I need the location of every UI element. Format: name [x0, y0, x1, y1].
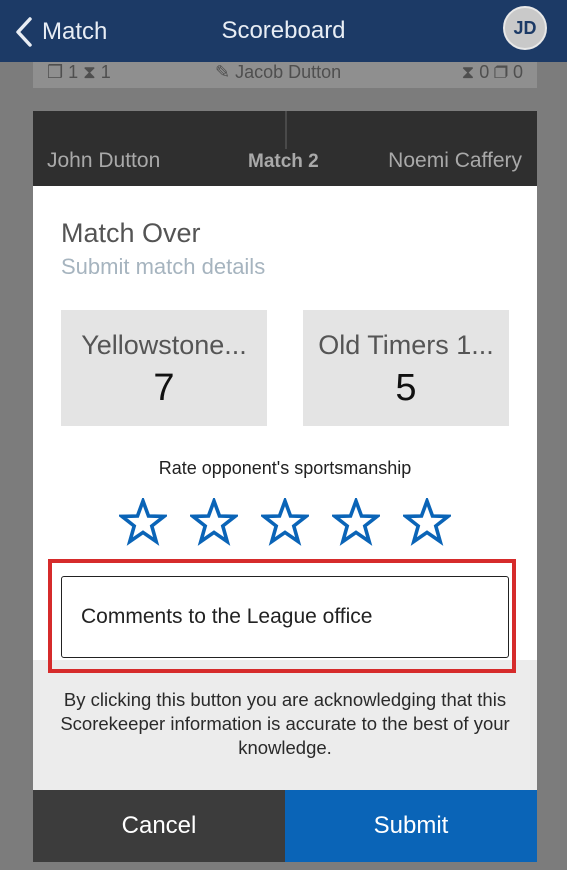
star-outline-icon	[258, 495, 312, 546]
background-player-2: Noemi Caffery	[388, 149, 522, 172]
acknowledgement-area: By clicking this button you are acknowle…	[33, 660, 537, 790]
rating-star-3[interactable]	[258, 495, 312, 546]
match-over-dialog: Match Over Submit match details Yellowst…	[33, 186, 537, 862]
dialog-title: Match Over	[61, 218, 201, 248]
background-divider	[285, 111, 287, 149]
rating-label: Rate opponent's sportsmanship	[158, 458, 412, 478]
nav-bar: Match Scoreboard JD	[0, 0, 567, 62]
rating-star-2[interactable]	[187, 495, 241, 546]
sportsmanship-rating	[116, 495, 454, 546]
team-name: Old Timers 1...	[318, 330, 494, 360]
star-outline-icon	[116, 495, 170, 546]
background-scorer-name: ✎ Jacob Dutton	[215, 62, 342, 82]
back-label: Match	[42, 18, 108, 45]
submit-button[interactable]: Submit	[285, 790, 537, 862]
cancel-button[interactable]: Cancel	[33, 790, 285, 862]
star-outline-icon	[187, 495, 241, 546]
acknowledgement-text: By clicking this button you are acknowle…	[60, 689, 510, 758]
team-score: 5	[395, 367, 417, 409]
background-left-stats: ❒ 1 ⧗ 1	[47, 62, 111, 82]
star-outline-icon	[329, 495, 383, 546]
team-score-box-away: Old Timers 1... 5	[303, 310, 509, 426]
rating-star-5[interactable]	[400, 495, 454, 546]
avatar[interactable]: JD	[503, 6, 547, 50]
background-match-label: Match 2	[248, 151, 319, 172]
chevron-left-icon	[16, 17, 32, 47]
team-name: Yellowstone...	[81, 330, 247, 360]
comments-input[interactable]	[61, 576, 509, 658]
back-button[interactable]: Match	[14, 12, 107, 52]
background-right-stats: ⧗ 0 ❒ 0	[461, 62, 523, 82]
dialog-subtitle: Submit match details	[61, 254, 266, 279]
star-outline-icon	[400, 495, 454, 546]
background-scorer-card: ❒ 1 ⧗ 1 ✎ Jacob Dutton ⧗ 0 ❒ 0	[33, 62, 537, 88]
background-player-1: John Dutton	[47, 149, 161, 172]
team-score: 7	[153, 367, 175, 409]
rating-star-4[interactable]	[329, 495, 383, 546]
team-score-box-home: Yellowstone... 7	[61, 310, 267, 426]
rating-star-1[interactable]	[116, 495, 170, 546]
background-match-card: John Dutton Match 2 Noemi Caffery	[33, 111, 537, 191]
